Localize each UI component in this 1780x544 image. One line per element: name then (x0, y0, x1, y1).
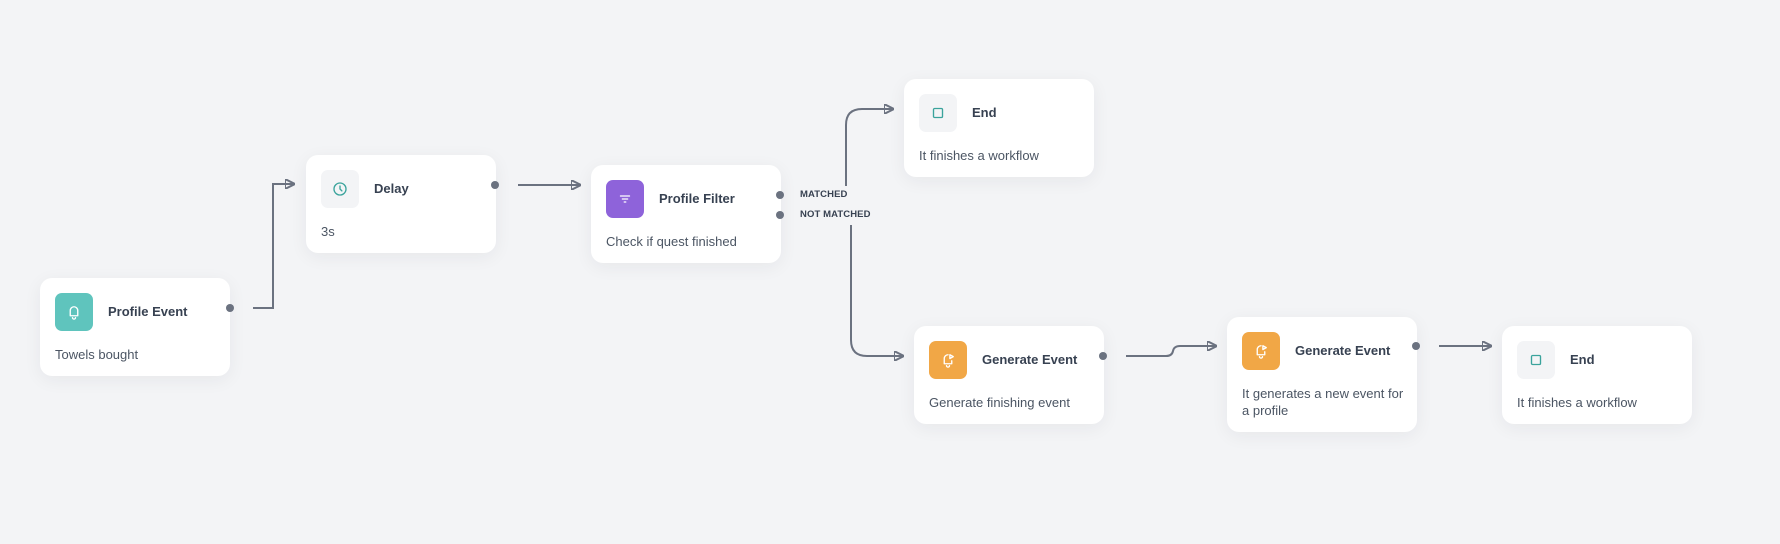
node-description: It finishes a workflow (919, 148, 1039, 163)
node-description: Check if quest finished (606, 234, 737, 249)
matched-port-label: MATCHED (800, 189, 848, 200)
node-generate-event-2[interactable]: Generate Event It generates a new event … (1227, 317, 1417, 432)
node-title: Delay (374, 181, 409, 196)
edge-generate-event-to-generate-event[interactable] (1126, 346, 1216, 357)
node-end-final[interactable]: End It finishes a workflow (1502, 326, 1692, 424)
output-port[interactable] (226, 304, 234, 312)
workflow-canvas[interactable]: Profile Event Towels bought Delay 3s Pro… (0, 0, 1780, 544)
node-description: 3s (321, 224, 335, 239)
node-title: End (972, 105, 997, 120)
matched-port[interactable] (776, 191, 784, 199)
node-title: Profile Filter (659, 191, 735, 206)
not-matched-port-label: NOT MATCHED (800, 209, 871, 220)
edge-matched-to-end[interactable] (845, 109, 893, 186)
bell-play-icon (1242, 332, 1280, 370)
not-matched-port[interactable] (776, 211, 784, 219)
edges-layer (253, 0, 1780, 544)
node-title: Generate Event (1295, 343, 1391, 358)
clock-icon (321, 170, 359, 208)
node-generate-event-1[interactable]: Generate Event Generate finishing event (914, 326, 1104, 424)
output-port[interactable] (1099, 352, 1107, 360)
node-profile-event[interactable]: Profile Event Towels bought (40, 278, 230, 376)
node-title: Generate Event (982, 352, 1078, 367)
output-port[interactable] (491, 181, 499, 189)
bell-icon (55, 293, 93, 331)
node-end-matched[interactable]: End It finishes a workflow (904, 79, 1094, 177)
node-title: End (1570, 352, 1595, 367)
node-description: It finishes a workflow (1517, 395, 1637, 410)
node-description: It generates a new event for a profile (1242, 386, 1404, 418)
node-delay[interactable]: Delay 3s (306, 155, 496, 253)
edge-profile-event-to-delay[interactable] (253, 184, 294, 309)
node-description: Generate finishing event (929, 395, 1070, 410)
output-port[interactable] (1412, 342, 1420, 350)
node-title: Profile Event (108, 304, 188, 319)
bell-play-icon (929, 341, 967, 379)
node-description: Towels bought (55, 347, 139, 362)
stop-square-icon (919, 94, 957, 132)
edge-not-matched-to-generate-event[interactable] (850, 225, 903, 356)
node-profile-filter[interactable]: Profile Filter Check if quest finished (591, 165, 781, 263)
filter-icon (606, 180, 644, 218)
stop-square-icon (1517, 341, 1555, 379)
